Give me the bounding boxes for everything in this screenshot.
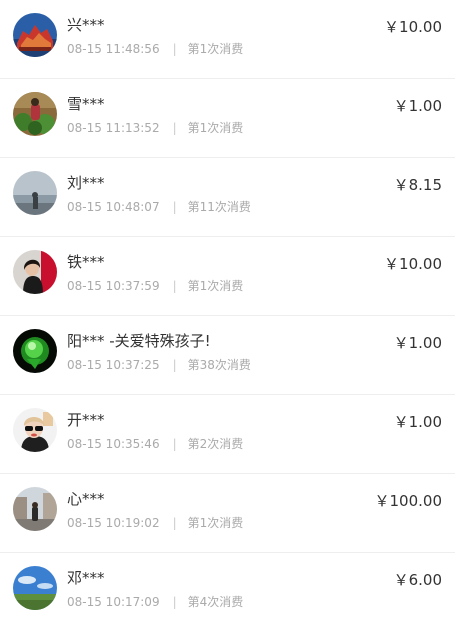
user-name: 阳*** -关爱特殊孩子!: [67, 332, 211, 350]
meta-separator: |: [172, 121, 177, 135]
consume-count: 第1次消费: [187, 516, 244, 530]
blue-sky-field-avatar-icon: [13, 566, 57, 610]
meta-separator: |: [172, 595, 177, 609]
record-time: 08-15 11:13:52: [67, 121, 160, 135]
green-garden-avatar-icon: [13, 92, 57, 136]
amount: ￥100.00: [374, 492, 443, 510]
consume-count: 第4次消费: [187, 595, 244, 609]
meta-separator: |: [172, 437, 177, 451]
record-meta: 08-15 10:37:25 | 第38次消费: [67, 356, 251, 373]
list-item[interactable]: 阳*** -关爱特殊孩子! 08-15 10:37:25 | 第38次消费 ￥1.0…: [0, 316, 455, 395]
record-meta: 08-15 10:37:59 | 第1次消费: [67, 277, 243, 294]
list-item[interactable]: 雪*** 08-15 11:13:52 | 第1次消费 ￥1.00: [0, 79, 455, 158]
meta-separator: |: [172, 200, 177, 214]
record-meta: 08-15 10:35:46 | 第2次消费: [67, 435, 243, 452]
red-building-avatar-icon: [13, 13, 57, 57]
street-person-avatar-icon: [13, 487, 57, 531]
record-meta: 08-15 11:48:56 | 第1次消费: [67, 40, 243, 57]
consume-count: 第11次消费: [187, 200, 251, 214]
amount: ￥1.00: [393, 413, 442, 431]
record-time: 08-15 11:48:56: [67, 42, 160, 56]
record-meta: 08-15 10:19:02 | 第1次消费: [67, 514, 243, 531]
record-time: 08-15 10:37:25: [67, 358, 160, 372]
user-name: 兴***: [67, 16, 105, 34]
record-time: 08-15 10:19:02: [67, 516, 160, 530]
user-name: 心***: [67, 490, 105, 508]
user-name: 开***: [67, 411, 105, 429]
sea-horizon-avatar-icon: [13, 171, 57, 215]
consume-count: 第1次消费: [187, 42, 244, 56]
meta-separator: |: [172, 516, 177, 530]
list-item[interactable]: 铁*** 08-15 10:37:59 | 第1次消费 ￥10.00: [0, 237, 455, 316]
record-meta: 08-15 11:13:52 | 第1次消费: [67, 119, 243, 136]
list-item[interactable]: 兴*** 08-15 11:48:56 | 第1次消费 ￥10.00: [0, 0, 455, 79]
amount: ￥6.00: [393, 571, 442, 589]
user-name: 雪***: [67, 95, 105, 113]
user-name: 刘***: [67, 174, 105, 192]
list-item[interactable]: 开*** 08-15 10:35:46 | 第2次消费 ￥1.00: [0, 395, 455, 474]
amount: ￥1.00: [393, 334, 442, 352]
record-time: 08-15 10:48:07: [67, 200, 160, 214]
consume-count: 第2次消费: [187, 437, 244, 451]
amount: ￥1.00: [393, 97, 442, 115]
green-glow-avatar-icon: [13, 329, 57, 373]
woman-portrait-avatar-icon: [13, 250, 57, 294]
consumption-record-list: 兴*** 08-15 11:48:56 | 第1次消费 ￥10.00 雪*** 08…: [0, 0, 455, 632]
consume-count: 第1次消费: [187, 279, 244, 293]
record-time: 08-15 10:37:59: [67, 279, 160, 293]
amount: ￥8.15: [393, 176, 442, 194]
amount: ￥10.00: [384, 18, 442, 36]
meta-separator: |: [172, 279, 177, 293]
sunglasses-girl-avatar-icon: [13, 408, 57, 452]
record-meta: 08-15 10:17:09 | 第4次消费: [67, 593, 243, 610]
record-time: 08-15 10:17:09: [67, 595, 160, 609]
list-item[interactable]: 心*** 08-15 10:19:02 | 第1次消费 ￥100.00: [0, 474, 455, 553]
consume-count: 第38次消费: [187, 358, 251, 372]
record-meta: 08-15 10:48:07 | 第11次消费: [67, 198, 251, 215]
list-item[interactable]: 邓*** 08-15 10:17:09 | 第4次消费 ￥6.00: [0, 553, 455, 632]
meta-separator: |: [172, 42, 177, 56]
list-item[interactable]: 刘*** 08-15 10:48:07 | 第11次消费 ￥8.15: [0, 158, 455, 237]
meta-separator: |: [172, 358, 177, 372]
consume-count: 第1次消费: [187, 121, 244, 135]
record-time: 08-15 10:35:46: [67, 437, 160, 451]
amount: ￥10.00: [384, 255, 442, 273]
user-name: 铁***: [67, 253, 105, 271]
user-name: 邓***: [67, 569, 105, 587]
